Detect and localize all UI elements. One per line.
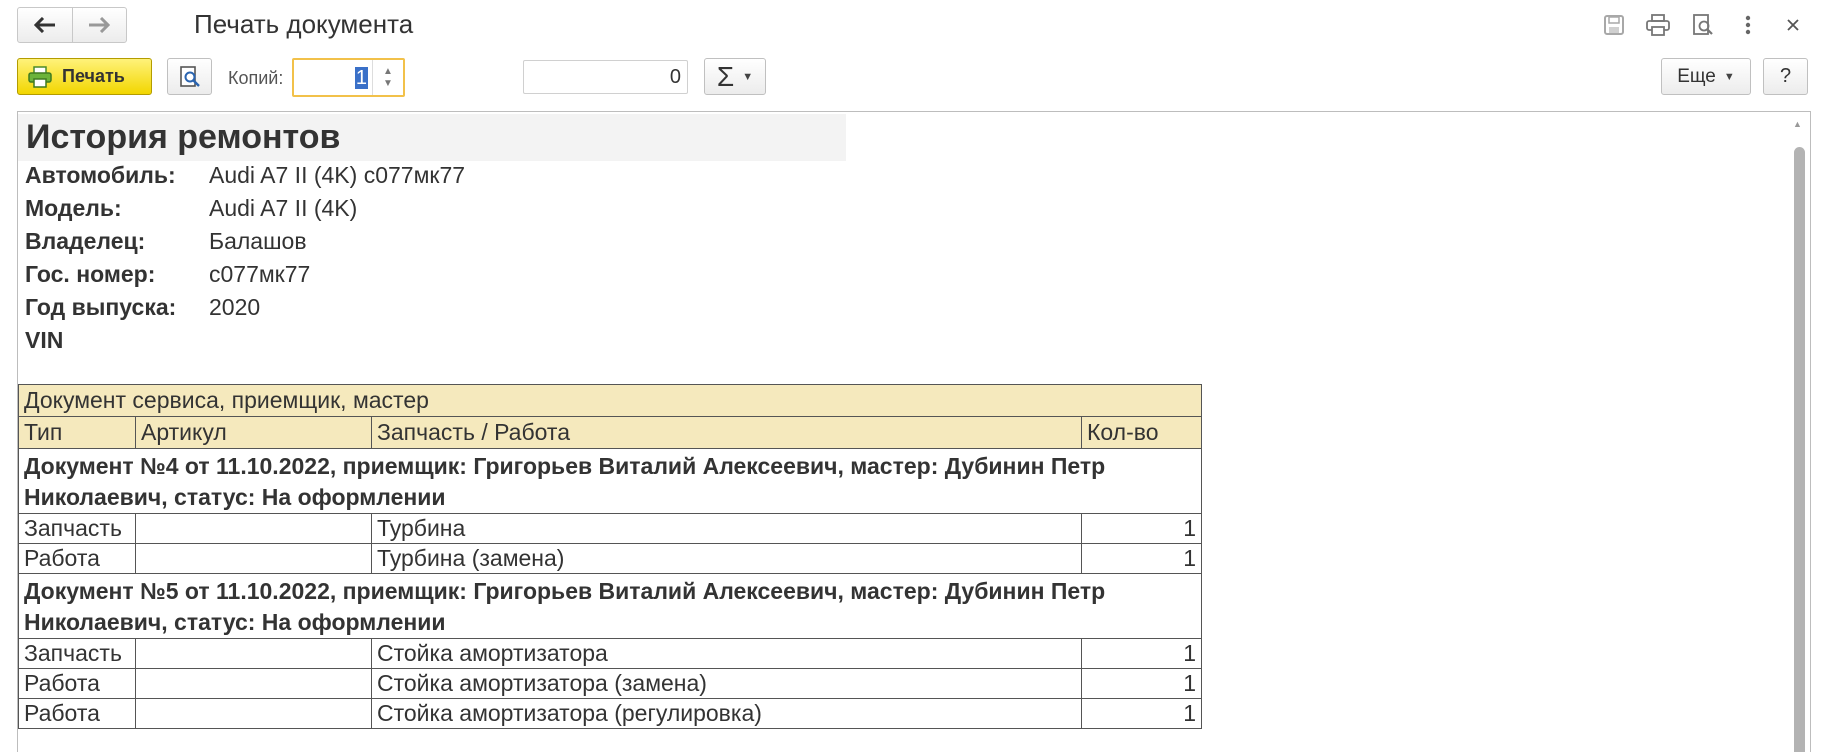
info-value: Балашов — [209, 228, 307, 254]
cell-type[interactable]: Работа — [18, 543, 136, 574]
sum-button[interactable]: Σ ▼ — [704, 58, 766, 95]
cell-qty[interactable]: 1 — [1080, 668, 1203, 699]
copies-input[interactable]: 1 ▲ ▼ — [292, 58, 405, 97]
table-group-header: Документ сервиса, приемщик, мастер — [18, 384, 1203, 417]
navigation-buttons — [17, 7, 127, 43]
sigma-icon: Σ — [716, 60, 735, 92]
table-row: Работа Стойка амортизатора (регулировка)… — [18, 698, 1203, 729]
preview-toolbar-button[interactable] — [1688, 10, 1718, 40]
cell-item[interactable]: Стойка амортизатора (замена) — [371, 668, 1082, 699]
repair-history-table: Документ сервиса, приемщик, мастер Тип А… — [18, 384, 1203, 729]
more-button-label: Еще — [1677, 65, 1716, 87]
stepper-up-icon[interactable]: ▲ — [383, 66, 393, 78]
info-label: Владелец: — [25, 228, 146, 254]
cell-item[interactable]: Турбина — [371, 513, 1082, 544]
document-group-row: Документ №5 от 11.10.2022, приемщик: Гри… — [18, 573, 1203, 639]
table-column-headers: Тип Артикул Запчасть / Работа Кол-во — [18, 416, 1203, 449]
table-row: Запчасть Турбина 1 — [18, 513, 1203, 544]
help-button[interactable]: ? — [1763, 58, 1808, 95]
more-actions-button[interactable] — [1733, 10, 1763, 40]
cell-article[interactable] — [135, 668, 372, 699]
cell-qty[interactable]: 1 — [1080, 698, 1203, 729]
copies-value: 1 — [354, 67, 368, 89]
document-group-title[interactable]: Документ №5 от 11.10.2022, приемщик: Гри… — [18, 573, 1203, 639]
chevron-down-icon: ▼ — [742, 70, 754, 83]
cell-type[interactable]: Работа — [18, 698, 136, 729]
info-label: Год выпуска: — [25, 294, 177, 320]
info-value: Audi A7 II (4K) — [209, 195, 358, 221]
save-button[interactable] — [1599, 10, 1629, 40]
printer-color-icon — [28, 65, 52, 88]
table-header-cell[interactable]: Документ сервиса, приемщик, мастер — [18, 384, 1203, 417]
spreadsheet-document[interactable]: История ремонтов Автомобиль: Audi A7 II … — [17, 111, 1811, 752]
scroll-up-icon[interactable]: ▲ — [1793, 119, 1802, 129]
cell-type[interactable]: Запчасть — [18, 513, 136, 544]
column-header-qty[interactable]: Кол-во — [1080, 416, 1203, 449]
info-label: VIN — [25, 327, 64, 353]
info-label: Модель: — [25, 195, 122, 221]
cell-item[interactable]: Стойка амортизатора — [371, 638, 1082, 669]
stepper-down-icon[interactable]: ▼ — [383, 78, 393, 90]
cell-article[interactable] — [135, 513, 372, 544]
sum-field: 0 — [523, 60, 688, 94]
info-value: Audi A7 II (4K) с077мк77 — [209, 162, 466, 188]
arrow-right-icon — [89, 17, 111, 33]
close-icon — [1787, 19, 1799, 31]
document-group-title[interactable]: Документ №4 от 11.10.2022, приемщик: Гри… — [18, 448, 1203, 514]
cell-qty[interactable]: 1 — [1080, 513, 1203, 544]
vertical-dots-icon — [1745, 15, 1751, 35]
cell-article[interactable] — [135, 698, 372, 729]
cell-item[interactable]: Турбина (замена) — [371, 543, 1082, 574]
table-row: Работа Стойка амортизатора (замена) 1 — [18, 668, 1203, 699]
save-icon — [1604, 15, 1624, 35]
cell-qty[interactable]: 1 — [1080, 638, 1203, 669]
vertical-scrollbar[interactable]: ▲ — [1788, 112, 1810, 752]
forward-button[interactable] — [71, 8, 127, 42]
copies-label: Копий: — [228, 68, 284, 88]
report-title: История ремонтов — [18, 114, 846, 161]
info-label: Автомобиль: — [25, 162, 176, 188]
close-button[interactable] — [1778, 10, 1808, 40]
column-header-item[interactable]: Запчасть / Работа — [371, 416, 1082, 449]
print-button[interactable]: Печать — [17, 58, 152, 95]
more-button[interactable]: Еще ▼ — [1661, 58, 1751, 95]
table-row: Запчасть Стойка амортизатора 1 — [18, 638, 1203, 669]
copies-stepper[interactable]: ▲ ▼ — [372, 60, 403, 95]
cell-type[interactable]: Запчасть — [18, 638, 136, 669]
arrow-left-icon — [33, 17, 55, 33]
info-label: Гос. номер: — [25, 261, 156, 287]
print-toolbar-button[interactable] — [1643, 10, 1673, 40]
cell-item[interactable]: Стойка амортизатора (регулировка) — [371, 698, 1082, 729]
scrollbar-thumb[interactable] — [1794, 147, 1805, 752]
chevron-down-icon: ▼ — [1723, 70, 1735, 83]
preview-icon — [179, 65, 200, 87]
info-value: с077мк77 — [209, 261, 311, 287]
column-header-type[interactable]: Тип — [18, 416, 136, 449]
help-icon: ? — [1779, 65, 1792, 87]
cell-qty[interactable]: 1 — [1080, 543, 1203, 574]
print-document-window: Печать документа Печать Копий: 1 ▲ ▼ 0 Σ… — [0, 0, 1828, 752]
window-title: Печать документа — [194, 9, 414, 39]
print-button-label: Печать — [62, 66, 125, 86]
printer-icon — [1646, 14, 1670, 36]
print-preview-icon — [1693, 14, 1713, 35]
column-header-article[interactable]: Артикул — [135, 416, 372, 449]
preview-button[interactable] — [167, 58, 212, 95]
table-row: Работа Турбина (замена) 1 — [18, 543, 1203, 574]
info-value: 2020 — [209, 294, 261, 320]
document-group-row: Документ №4 от 11.10.2022, приемщик: Гри… — [18, 448, 1203, 514]
cell-article[interactable] — [135, 543, 372, 574]
cell-article[interactable] — [135, 638, 372, 669]
cell-type[interactable]: Работа — [18, 668, 136, 699]
back-button[interactable] — [18, 8, 72, 42]
